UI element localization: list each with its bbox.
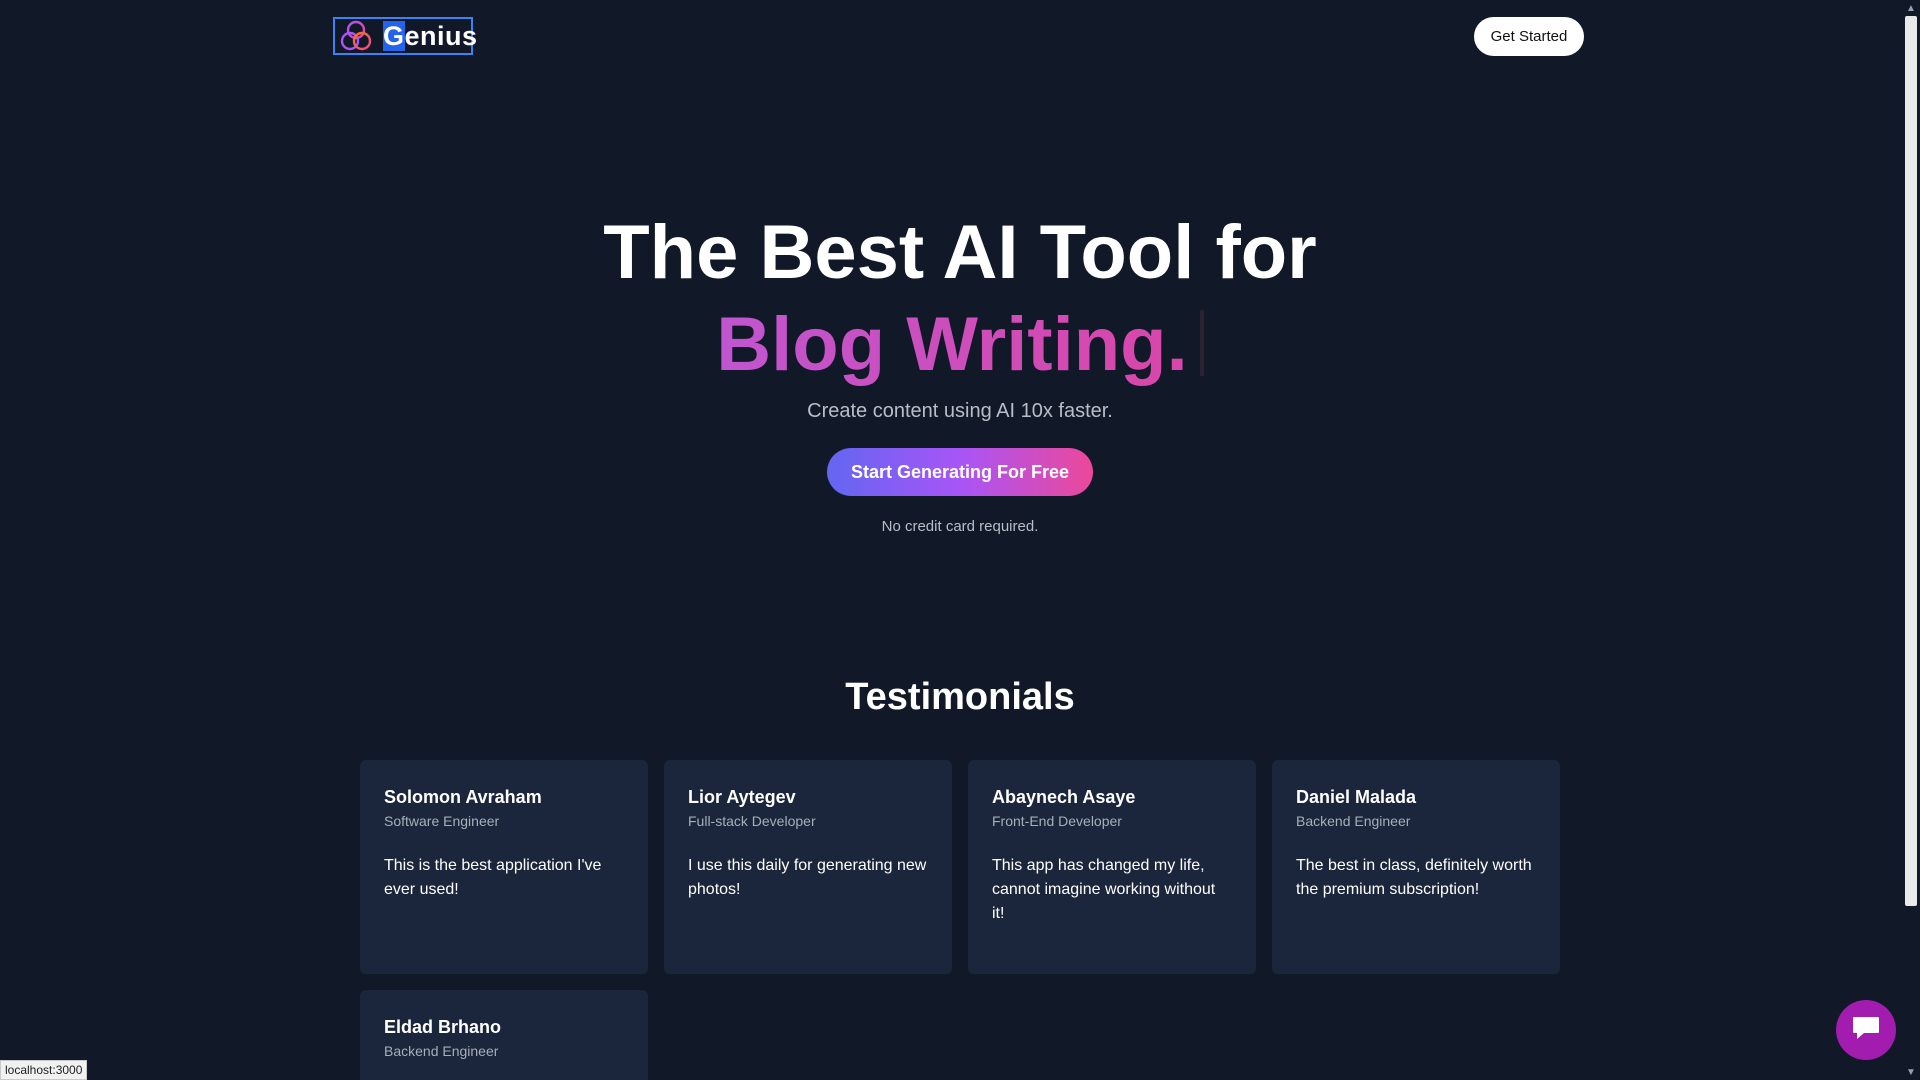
testimonial-name: Daniel Malada bbox=[1296, 787, 1417, 807]
scroll-down-icon[interactable]: ▼ bbox=[1902, 1064, 1920, 1080]
testimonials-heading: Testimonials bbox=[845, 676, 1075, 718]
hero-subtitle: Create content using AI 10x faster. bbox=[807, 400, 1113, 422]
typed-text: Blog Writing. bbox=[716, 302, 1188, 387]
testimonial-quote: The best in class, definitely worth the … bbox=[1296, 857, 1532, 898]
logo-link[interactable]: Genius bbox=[333, 17, 477, 55]
testimonial-role: Software Engineer bbox=[384, 813, 500, 829]
scroll-up-icon[interactable]: ▲ bbox=[1902, 0, 1920, 16]
scrollbar-thumb[interactable] bbox=[1905, 16, 1917, 906]
testimonial-role: Backend Engineer bbox=[384, 1043, 499, 1059]
chat-button[interactable] bbox=[1836, 1000, 1896, 1060]
start-generating-button[interactable]: Start Generating For Free bbox=[827, 448, 1093, 496]
logo-text-selected: G bbox=[383, 20, 405, 51]
testimonial-quote: I use this daily for generating new phot… bbox=[688, 857, 927, 898]
testimonial-quote: This app has changed my life, cannot ima… bbox=[992, 857, 1216, 922]
landing-page: Genius Get Started The Best AI Tool for … bbox=[0, 0, 1920, 1080]
no-credit-card-note: No credit card required. bbox=[881, 518, 1039, 535]
logo-text: Genius bbox=[383, 20, 478, 52]
testimonial-quote: This is the best application I've ever u… bbox=[384, 857, 602, 898]
chat-bubble-icon bbox=[1851, 1014, 1881, 1047]
testimonial-card: Abaynech Asaye Front-End Developer This … bbox=[968, 760, 1256, 974]
testimonial-card: Solomon Avraham Software Engineer This i… bbox=[360, 760, 648, 974]
typing-caret bbox=[1199, 310, 1204, 376]
testimonial-name: Solomon Avraham bbox=[384, 787, 542, 807]
get-started-button[interactable]: Get Started bbox=[1474, 17, 1584, 56]
hero-typewriter: Blog Writing. bbox=[0, 300, 1920, 390]
testimonial-name: Lior Aytegev bbox=[688, 787, 796, 807]
status-bar-url: localhost:3000 bbox=[0, 1060, 88, 1080]
logo-text-rest: enius bbox=[404, 20, 478, 51]
vertical-scrollbar[interactable]: ▲ ▼ bbox=[1902, 0, 1920, 1080]
logo-icon bbox=[339, 19, 373, 53]
testimonial-card: Lior Aytegev Full-stack Developer I use … bbox=[664, 760, 952, 974]
testimonial-card: Daniel Malada Backend Engineer The best … bbox=[1272, 760, 1560, 974]
hero-title: The Best AI Tool for bbox=[603, 210, 1317, 295]
testimonial-role: Full-stack Developer bbox=[688, 813, 816, 829]
testimonial-role: Front-End Developer bbox=[992, 813, 1122, 829]
testimonial-name: Eldad Brhano bbox=[384, 1017, 502, 1037]
testimonial-role: Backend Engineer bbox=[1296, 813, 1411, 829]
testimonial-card: Eldad Brhano Backend Engineer bbox=[360, 990, 648, 1080]
testimonial-name: Abaynech Asaye bbox=[992, 787, 1136, 807]
